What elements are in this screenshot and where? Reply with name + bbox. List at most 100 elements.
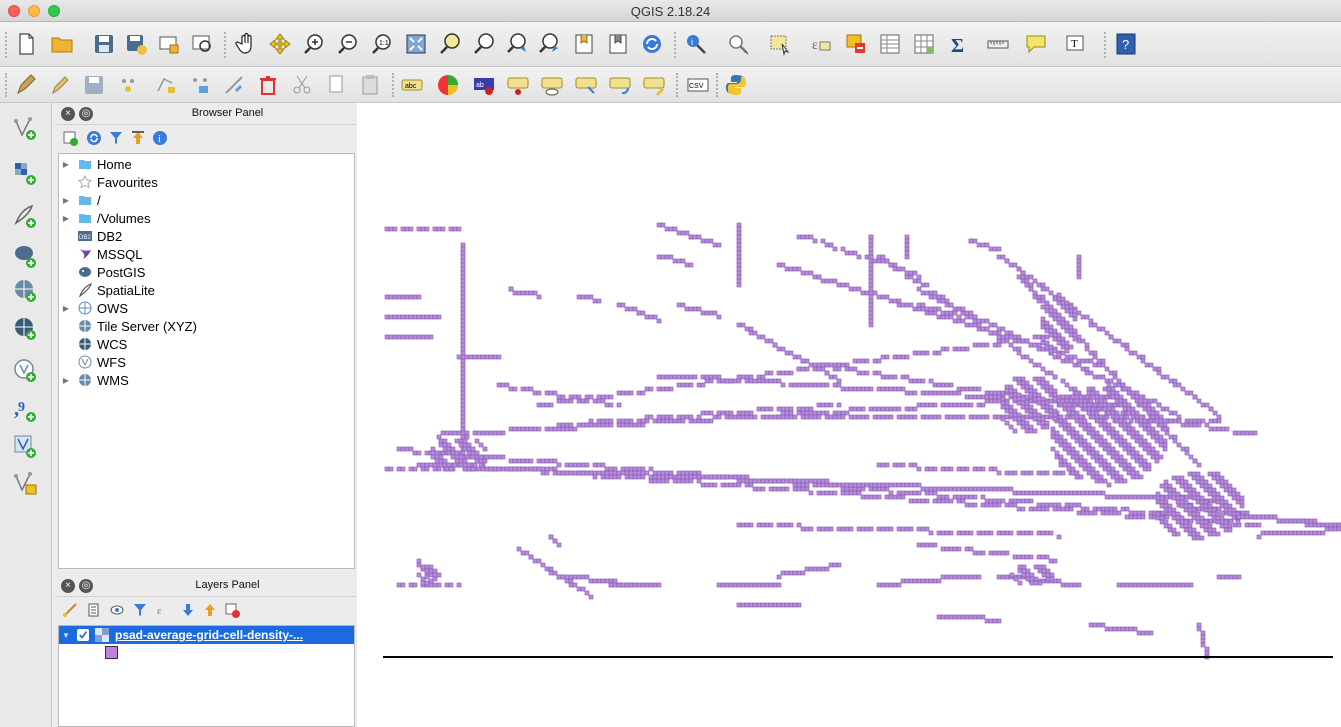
- current-edits-icon[interactable]: [12, 71, 40, 99]
- browser-refresh-icon[interactable]: [85, 129, 103, 147]
- toolbar-grip[interactable]: [392, 73, 396, 97]
- highlight-pinned-icon[interactable]: [504, 71, 532, 99]
- python-console-icon[interactable]: [722, 71, 750, 99]
- statistics-icon[interactable]: Σ: [944, 30, 972, 58]
- browser-item-ows[interactable]: ▶ OWS: [59, 299, 128, 317]
- delete-selected-icon[interactable]: [254, 71, 282, 99]
- filter-by-expression-icon[interactable]: ε: [155, 601, 173, 619]
- add-wcs-layer-icon[interactable]: [10, 313, 40, 343]
- map-canvas[interactable]: [357, 103, 1341, 727]
- select-features-icon[interactable]: [766, 30, 794, 58]
- add-raster-layer-icon[interactable]: [10, 158, 40, 188]
- browser-item-root[interactable]: ▶ /: [59, 191, 101, 209]
- csv-icon[interactable]: CSV: [684, 71, 712, 99]
- manage-visibility-icon[interactable]: [109, 601, 127, 619]
- zoom-last-icon[interactable]: [504, 30, 532, 58]
- field-calculator-icon[interactable]: [910, 30, 938, 58]
- select-value-icon[interactable]: ε: [808, 30, 836, 58]
- attribute-table-icon[interactable]: [876, 30, 904, 58]
- toolbar-grip[interactable]: [224, 32, 228, 58]
- remove-layer-icon[interactable]: [223, 601, 241, 619]
- show-bookmarks-icon[interactable]: [604, 30, 632, 58]
- copy-features-icon[interactable]: [322, 71, 350, 99]
- add-point-icon[interactable]: [114, 71, 142, 99]
- add-selected-layers-icon[interactable]: [61, 129, 79, 147]
- add-delimited-text-layer-icon[interactable]: ,9: [10, 395, 40, 425]
- save-project-icon[interactable]: [90, 30, 118, 58]
- browser-item-wfs[interactable]: WFS: [59, 353, 126, 371]
- toolbar-grip[interactable]: [674, 32, 678, 58]
- deselect-icon[interactable]: [842, 30, 870, 58]
- browser-item-home[interactable]: ▶ Home: [59, 155, 132, 173]
- browser-item-wms[interactable]: ▶ WMS: [59, 371, 129, 389]
- change-label-icon[interactable]: [640, 71, 668, 99]
- browser-item-xyz[interactable]: Tile Server (XYZ): [59, 317, 197, 335]
- new-shapefile-layer-icon[interactable]: [10, 468, 40, 498]
- text-annotation-icon[interactable]: T: [1062, 30, 1090, 58]
- zoom-full-icon[interactable]: [402, 30, 430, 58]
- layer-symbol-swatch[interactable]: [105, 646, 118, 659]
- paste-features-icon[interactable]: [356, 71, 384, 99]
- expand-arrow-icon[interactable]: ▶: [59, 304, 73, 313]
- map-tips-icon[interactable]: [1022, 30, 1050, 58]
- zoom-in-icon[interactable]: [300, 30, 328, 58]
- collapse-all-layers-icon[interactable]: [201, 601, 219, 619]
- browser-item-volumes[interactable]: ▶ /Volumes: [59, 209, 151, 227]
- style-manager-icon[interactable]: [61, 601, 79, 619]
- diagram-icon[interactable]: [434, 71, 462, 99]
- help-icon[interactable]: ?: [1112, 30, 1140, 58]
- save-edits-icon[interactable]: [80, 71, 108, 99]
- zoom-out-icon[interactable]: [334, 30, 362, 58]
- collapse-arrow-icon[interactable]: ▼: [59, 631, 73, 640]
- zoom-to-selection-icon[interactable]: [436, 30, 464, 58]
- toolbar-grip[interactable]: [5, 32, 9, 58]
- open-project-icon[interactable]: [48, 30, 76, 58]
- layer-labeling-icon[interactable]: abc: [398, 71, 426, 99]
- rotate-label-icon[interactable]: [606, 71, 634, 99]
- expand-arrow-icon[interactable]: ▶: [59, 214, 73, 223]
- new-bookmark-icon[interactable]: [570, 30, 598, 58]
- layer-visibility-checkbox[interactable]: [77, 629, 89, 641]
- browser-item-postgis[interactable]: PostGIS: [59, 263, 145, 281]
- pin-labels-icon[interactable]: ab: [470, 71, 498, 99]
- save-as-icon[interactable]: [122, 30, 150, 58]
- expand-arrow-icon[interactable]: ▶: [59, 196, 73, 205]
- expand-arrow-icon[interactable]: ▶: [59, 376, 73, 385]
- toolbar-grip[interactable]: [5, 73, 9, 97]
- identify-icon[interactable]: i: [682, 30, 710, 58]
- expand-arrow-icon[interactable]: ▶: [59, 160, 73, 169]
- measure-icon[interactable]: [984, 30, 1012, 58]
- new-project-icon[interactable]: [12, 30, 40, 58]
- add-wfs-layer-icon[interactable]: [10, 355, 40, 385]
- add-vector-layer-icon[interactable]: [10, 113, 40, 143]
- add-wms-layer-icon[interactable]: [10, 275, 40, 305]
- layer-item[interactable]: ▼ psad-average-grid-cell-density-...: [59, 626, 354, 644]
- browser-item-db2[interactable]: DB2 DB2: [59, 227, 122, 245]
- toolbar-grip[interactable]: [716, 73, 720, 97]
- zoom-to-layer-icon[interactable]: [470, 30, 498, 58]
- toggle-editing-icon[interactable]: [46, 71, 74, 99]
- show-hide-labels-icon[interactable]: [538, 71, 566, 99]
- node-tool-icon[interactable]: [186, 71, 214, 99]
- pan-icon[interactable]: [232, 30, 260, 58]
- edit-feature-icon[interactable]: [220, 71, 248, 99]
- toolbar-grip[interactable]: [1104, 32, 1108, 58]
- pan-to-selection-icon[interactable]: [266, 30, 294, 58]
- add-postgis-layer-icon[interactable]: [10, 241, 40, 271]
- browser-item-mssql[interactable]: MSSQL: [59, 245, 143, 263]
- refresh-icon[interactable]: [638, 30, 666, 58]
- new-print-composer-icon[interactable]: [155, 30, 183, 58]
- select-icon[interactable]: [724, 30, 752, 58]
- filter-browser-icon[interactable]: [107, 129, 125, 147]
- move-label-icon[interactable]: [572, 71, 600, 99]
- expand-all-icon[interactable]: [179, 601, 197, 619]
- filter-legend-icon[interactable]: [131, 601, 149, 619]
- toolbar-grip[interactable]: [676, 73, 680, 97]
- add-virtual-layer-icon[interactable]: [10, 431, 40, 461]
- collapse-all-icon[interactable]: [129, 129, 147, 147]
- browser-item-spatialite[interactable]: SpatiaLite: [59, 281, 155, 299]
- browser-item-favourites[interactable]: Favourites: [59, 173, 158, 191]
- composer-manager-icon[interactable]: [188, 30, 216, 58]
- browser-item-wcs[interactable]: WCS: [59, 335, 127, 353]
- zoom-next-icon[interactable]: [536, 30, 564, 58]
